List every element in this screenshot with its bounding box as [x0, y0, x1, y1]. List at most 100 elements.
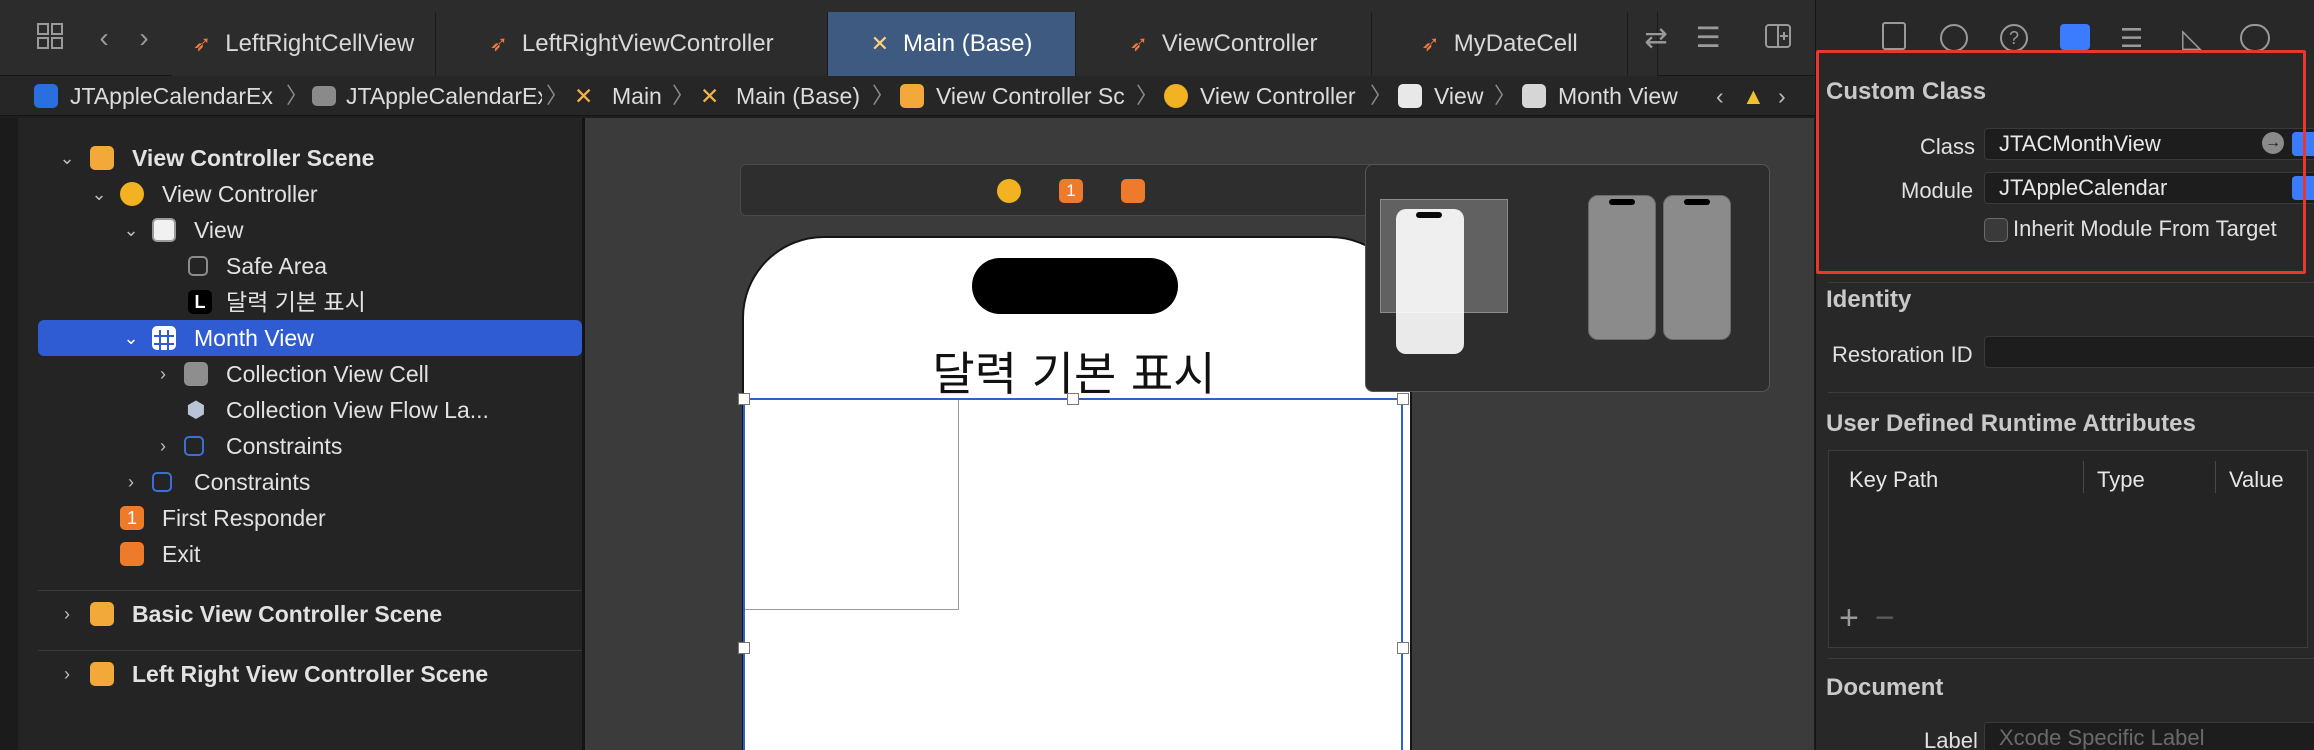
breadcrumb-scene[interactable]: View Controller Sc [936, 76, 1132, 116]
quick-help-icon[interactable]: ? [2000, 24, 2028, 52]
related-items-icon[interactable] [34, 22, 66, 54]
label-icon: L [188, 290, 212, 314]
storyboard-icon: ✕ [870, 31, 890, 56]
identity-inspector-icon[interactable] [2060, 24, 2090, 50]
add-attribute-icon[interactable]: + [1839, 599, 1859, 638]
restoration-id-field[interactable] [1984, 336, 2314, 368]
view-controller-icon [1164, 84, 1188, 108]
swift-icon: ➶ [489, 31, 508, 56]
outline-item-flow-layout[interactable]: ⬢ Collection View Flow La... [38, 392, 582, 428]
outline-item-first-responder[interactable]: 1 First Responder [38, 500, 582, 536]
view-controller-icon[interactable] [997, 179, 1021, 203]
tab-mydatecell[interactable]: ➶ MyDateCell [1372, 12, 1628, 76]
scene-divider [38, 650, 582, 651]
highlight-box [1816, 50, 2306, 274]
connections-inspector-icon[interactable] [2240, 24, 2270, 52]
minimap-scene [1663, 195, 1731, 340]
breadcrumb-project[interactable]: JTAppleCalendarEx [70, 76, 282, 116]
outline-item-month-view[interactable]: ⌄ Month View [38, 320, 582, 356]
chevron-down-icon[interactable]: ⌄ [120, 320, 142, 356]
collection-view-icon [1522, 84, 1546, 108]
outline-item-constraints-inner[interactable]: › Constraints [38, 428, 582, 464]
resize-handle[interactable] [1397, 642, 1409, 654]
collection-view-cell[interactable] [745, 400, 959, 610]
minimap-dynamic-island [1609, 199, 1635, 205]
month-view-selection[interactable] [743, 398, 1403, 750]
warning-icon[interactable]: ▲ [1742, 76, 1770, 116]
swap-icon[interactable]: ⇄ [1640, 22, 1672, 54]
back-chevron-icon[interactable]: ‹ [88, 22, 120, 54]
previous-issue-icon[interactable]: ‹ [1716, 76, 1736, 116]
scene-icon [90, 146, 114, 170]
add-editor-icon[interactable] [1762, 22, 1794, 54]
outline-item-left-right-scene[interactable]: › Left Right View Controller Scene [38, 656, 582, 692]
outline-item-constraints-outer[interactable]: › Constraints [38, 464, 582, 500]
tab-leftrightviewcontroller[interactable]: ➶ LeftRightViewController [436, 12, 828, 76]
editor-options-icon[interactable]: ☰ [1692, 22, 1724, 54]
section-divider [1828, 658, 2314, 659]
attributes-inspector-icon[interactable]: ☰ [2120, 24, 2150, 52]
outline-item-exit[interactable]: Exit [38, 536, 582, 572]
history-inspector-icon[interactable] [1940, 24, 1968, 52]
chevron-down-icon[interactable]: ⌄ [56, 140, 78, 176]
scene-icon [900, 84, 924, 108]
runtime-attributes-table[interactable]: Key Path Type Value + − [1828, 450, 2308, 648]
swift-icon: ➶ [1129, 31, 1148, 56]
document-label-field[interactable]: Xcode Specific Label [1984, 722, 2314, 750]
outline-item-basic-scene[interactable]: › Basic View Controller Scene [38, 596, 582, 632]
first-responder-icon[interactable]: 1 [1059, 179, 1083, 203]
view-icon [1398, 84, 1422, 108]
tab-leftrightcellview[interactable]: ➶ LeftRightCellView [172, 12, 436, 76]
outline-item-view-controller[interactable]: ⌄ View Controller [38, 176, 582, 212]
chevron-right-icon[interactable]: › [56, 596, 78, 632]
column-value[interactable]: Value [2229, 467, 2284, 493]
file-inspector-icon[interactable] [1882, 22, 1906, 50]
resize-handle[interactable] [738, 393, 750, 405]
dynamic-island [972, 258, 1178, 314]
next-issue-icon[interactable]: › [1778, 76, 1798, 116]
outline-item-view[interactable]: ⌄ View [38, 212, 582, 248]
chevron-right-icon[interactable]: › [152, 356, 174, 392]
navigator-edge [0, 118, 18, 750]
outline-item-safe-area[interactable]: Safe Area [38, 248, 582, 284]
resize-handle[interactable] [738, 642, 750, 654]
first-responder-icon: 1 [120, 506, 144, 530]
chevron-right-icon[interactable]: › [152, 428, 174, 464]
chevron-down-icon[interactable]: ⌄ [88, 176, 110, 212]
outline-item-collection-view-cell[interactable]: › Collection View Cell [38, 356, 582, 392]
exit-icon[interactable] [1121, 179, 1145, 203]
swift-icon: ➶ [1421, 31, 1440, 56]
breadcrumb-view[interactable]: View [1434, 76, 1494, 116]
chevron-right-icon[interactable]: › [56, 656, 78, 692]
breadcrumb-month-view[interactable]: Month View [1558, 76, 1688, 116]
tab-main-base[interactable]: ✕ Main (Base) [828, 12, 1076, 76]
resize-handle[interactable] [1067, 393, 1079, 405]
storyboard-icon: ✕ [574, 83, 594, 109]
remove-attribute-icon[interactable]: − [1875, 599, 1895, 638]
chevron-right-icon[interactable]: › [120, 464, 142, 500]
resize-handle[interactable] [1397, 393, 1409, 405]
view-controller-icon [120, 182, 144, 206]
column-type[interactable]: Type [2097, 467, 2145, 493]
outline-item-view-controller-scene[interactable]: ⌄ View Controller Scene [38, 140, 582, 176]
scene-divider [38, 590, 582, 591]
tab-viewcontroller[interactable]: ➶ ViewController [1076, 12, 1372, 76]
minimap-scene [1588, 195, 1656, 340]
storyboard-canvas[interactable]: 1 달력 기본 표시 [585, 118, 1814, 750]
collection-view-cell-icon [184, 362, 208, 386]
document-header: Document [1826, 674, 1944, 701]
editor-tab-bar: ‹ › ➶ LeftRightCellView ➶ LeftRightViewC… [0, 0, 1815, 76]
size-inspector-icon[interactable]: ◺ [2182, 24, 2212, 52]
forward-chevron-icon[interactable]: › [128, 22, 160, 54]
section-divider [1828, 392, 2314, 393]
breadcrumb-folder[interactable]: JTAppleCalendarEx [346, 76, 542, 116]
breadcrumb-view-controller[interactable]: View Controller [1200, 76, 1366, 116]
scene-icon [90, 602, 114, 626]
breadcrumb-main-base[interactable]: Main (Base) [736, 76, 866, 116]
runtime-attributes-header: User Defined Runtime Attributes [1826, 410, 2196, 437]
chevron-down-icon[interactable]: ⌄ [120, 212, 142, 248]
scene-dock: 1 [740, 164, 1390, 216]
outline-item-label[interactable]: L 달력 기본 표시 [38, 284, 582, 320]
minimap[interactable] [1365, 164, 1770, 392]
column-key-path[interactable]: Key Path [1849, 467, 1938, 493]
